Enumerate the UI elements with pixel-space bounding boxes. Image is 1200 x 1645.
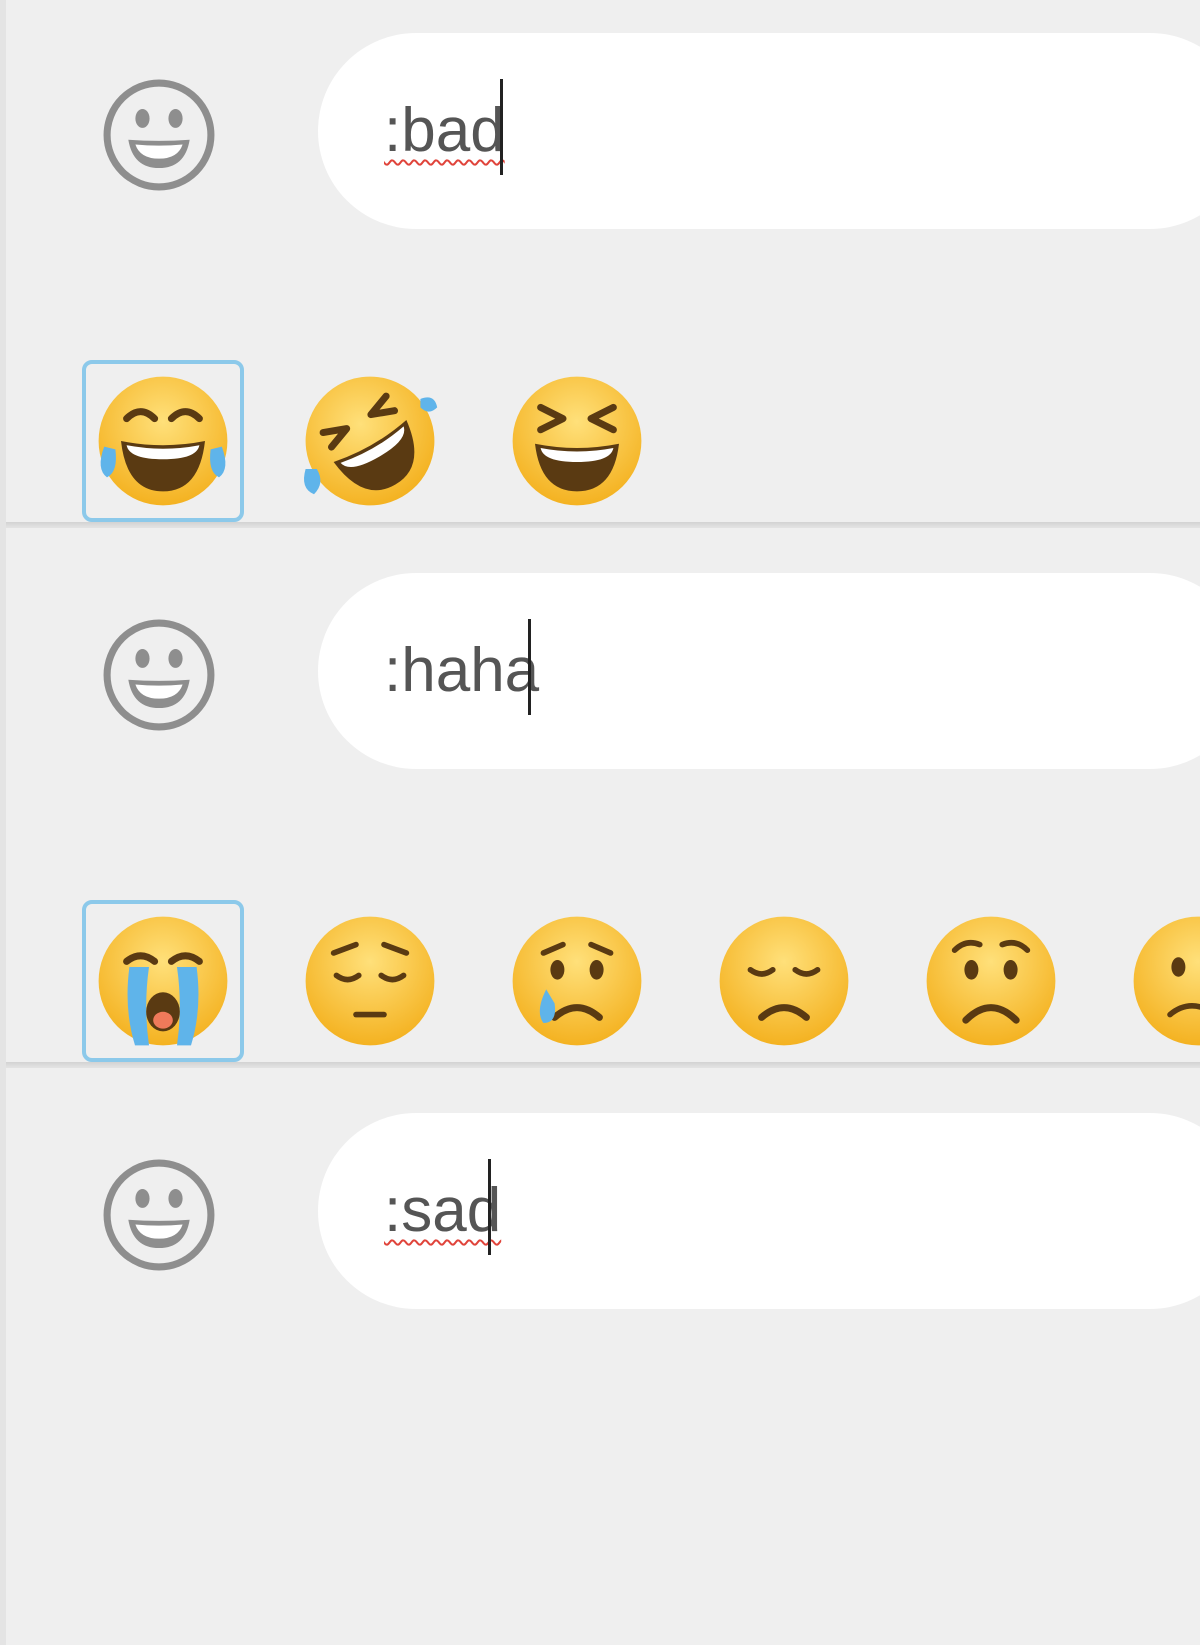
emoji-suggestion-bar [6,260,1200,522]
emoji-suggestion-bar [6,800,1200,1062]
compose-section-sad: :sad [6,800,1200,1340]
pensive-face-icon [305,916,435,1046]
rolling-on-the-floor-laughing-icon [304,376,438,506]
compose-section-bad: :bad [6,0,1200,260]
emoji-suggestion-worried-face[interactable] [910,900,1072,1062]
emoji-picker-button[interactable] [100,76,218,194]
compose-row: :sad [6,1068,1200,1340]
emoji-suggestion-rolling-on-the-floor-laughing[interactable] [289,360,451,522]
compose-row: :bad [6,0,1200,260]
smiley-face-icon [103,79,215,191]
loudly-crying-face-icon [98,916,228,1046]
confused-face-icon [1133,916,1200,1046]
emoji-suggestion-loudly-crying-face[interactable] [82,900,244,1062]
grinning-squinting-face-icon [512,376,642,506]
emoji-picker-button[interactable] [100,1156,218,1274]
emoji-suggestion-crying-face[interactable] [496,900,658,1062]
disappointed-face-icon [719,916,849,1046]
emoji-suggestion-confused-face-partial[interactable] [1117,900,1200,1062]
emoji-suggestion-grinning-squinting-face[interactable] [496,360,658,522]
message-input-text: :sad [384,1176,502,1245]
message-input-field[interactable]: :sad [318,1113,1200,1309]
compose-row: :haha [6,528,1200,800]
smiley-face-icon [103,619,215,731]
compose-section-haha: :haha [6,260,1200,800]
text-cursor [488,1159,491,1255]
message-input-field[interactable]: :bad [318,33,1200,229]
emoji-autocomplete-screenshot: :bad:haha:sad [0,0,1200,1645]
emoji-suggestion-pensive-face[interactable] [289,900,451,1062]
message-input-text: :haha [384,636,540,705]
message-input-text: :bad [384,96,505,165]
emoji-picker-button[interactable] [100,616,218,734]
text-cursor [500,79,503,175]
smiley-face-icon [103,1159,215,1271]
crying-face-icon [512,916,642,1046]
text-cursor [528,619,531,715]
message-input-field[interactable]: :haha [318,573,1200,769]
face-with-tears-of-joy-icon [98,376,228,506]
emoji-suggestion-face-with-tears-of-joy[interactable] [82,360,244,522]
emoji-suggestion-disappointed-face[interactable] [703,900,865,1062]
worried-face-icon [926,916,1056,1046]
